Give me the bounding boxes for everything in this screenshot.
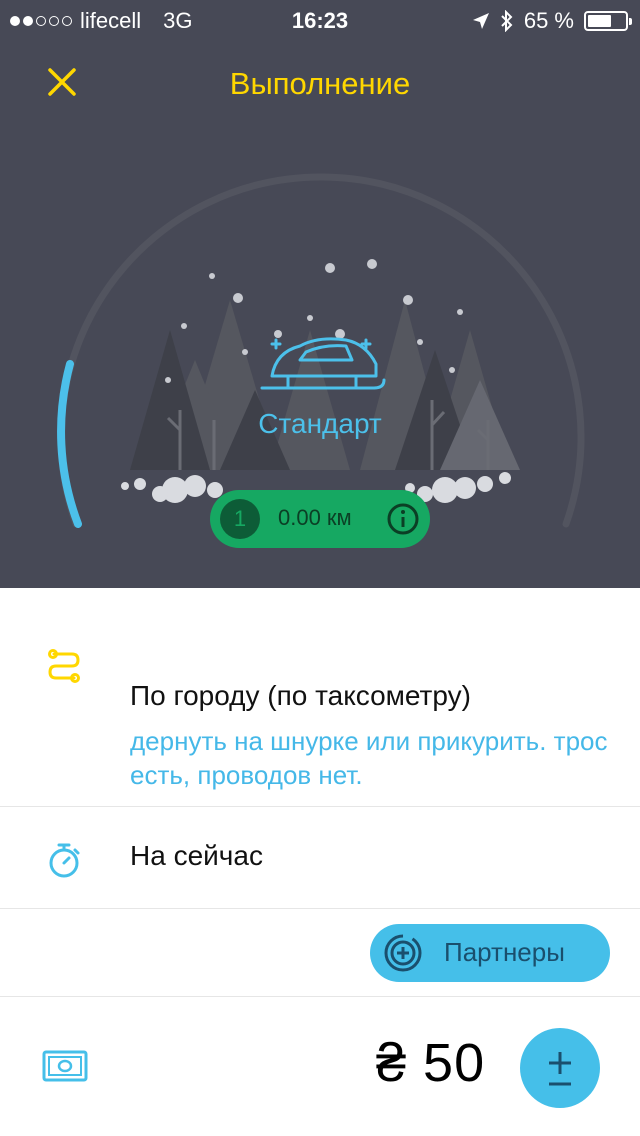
- info-icon[interactable]: [386, 502, 420, 536]
- price-value: ₴ 50: [376, 1033, 486, 1093]
- progress-arc: [57, 360, 82, 528]
- stopwatch-icon: [49, 843, 80, 878]
- bluetooth-icon: [501, 10, 513, 32]
- divider: [0, 806, 640, 807]
- page-title: Выполнение: [229, 66, 411, 101]
- partners-icon: [384, 934, 422, 972]
- stop-number-badge: 1: [220, 499, 260, 539]
- tariff-name: Стандарт: [258, 408, 382, 439]
- divider: [0, 908, 640, 909]
- status-right: 65 %: [472, 8, 632, 34]
- route-title: По городу (по таксометру): [130, 680, 471, 711]
- plus-minus-icon: [549, 1052, 571, 1086]
- battery-percent: 65 %: [523, 8, 574, 33]
- partners-button[interactable]: Партнеры: [370, 924, 610, 982]
- price-adjust-button[interactable]: [520, 1028, 600, 1108]
- route-comment: дернуть на шнурке или прикурить. трос ес…: [130, 726, 608, 790]
- partners-label: Партнеры: [444, 937, 565, 967]
- order-header-panel: lifecell 3G 16:23 65 % Выполнение Станда…: [0, 0, 640, 588]
- distance-value: 0.00 км: [278, 505, 352, 530]
- distance-pill[interactable]: 1 0.00 км: [210, 490, 430, 548]
- battery-fill: [588, 15, 612, 27]
- cash-icon: [42, 1050, 88, 1082]
- route-icon: [48, 649, 80, 683]
- time-label[interactable]: На сейчас: [130, 840, 263, 872]
- status-bar: lifecell 3G 16:23 65 %: [0, 0, 640, 40]
- battery-icon: [584, 11, 632, 31]
- divider: [0, 996, 640, 997]
- location-arrow-icon: [472, 13, 489, 29]
